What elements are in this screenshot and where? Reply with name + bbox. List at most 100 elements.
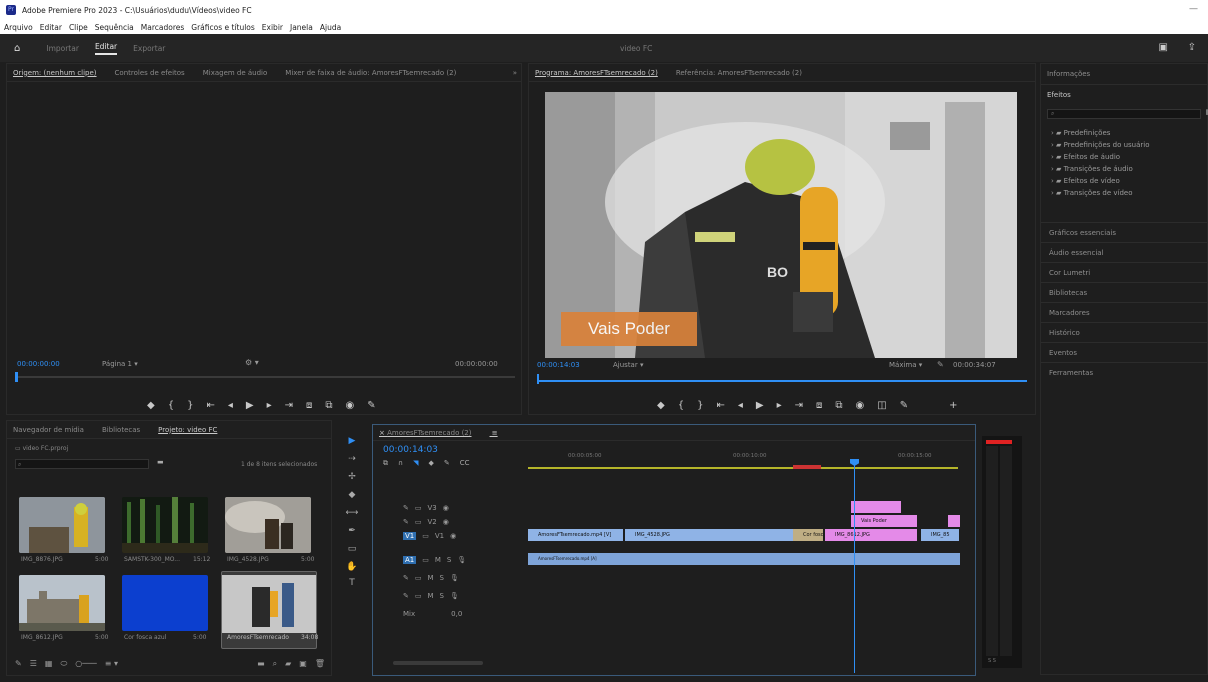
export-frame-icon[interactable]: ◉ bbox=[856, 400, 865, 411]
menu-ajuda[interactable]: Ajuda bbox=[320, 23, 341, 32]
program-scrubber[interactable] bbox=[537, 374, 1027, 384]
section-essential-sound[interactable]: Áudio essencial bbox=[1041, 242, 1207, 262]
thumbnail-firefighters-smoke[interactable] bbox=[225, 497, 311, 553]
go-to-out-icon[interactable]: ⇥ bbox=[795, 400, 803, 411]
effects-search-input[interactable]: ⌕ ▦ bbox=[1047, 108, 1208, 119]
slip-tool-icon[interactable]: ⟷ bbox=[345, 508, 359, 518]
tree-item-audio-transitions[interactable]: › ▰ Transições de áudio bbox=[1051, 163, 1197, 175]
tree-item-user-presets[interactable]: › ▰ Predefinições do usuário bbox=[1051, 139, 1197, 151]
tab-program[interactable]: Programa: AmoresFTsemrecado (2) bbox=[535, 69, 658, 77]
minimize-button[interactable]: — bbox=[1189, 4, 1198, 14]
trash-icon[interactable]: 🗑 bbox=[315, 659, 325, 669]
nest-icon[interactable]: ⧉ bbox=[383, 459, 388, 468]
tab-importar[interactable]: Importar bbox=[46, 44, 79, 53]
new-bin-icon[interactable]: ▬ bbox=[157, 458, 164, 466]
tab-media-browser[interactable]: Navegador de mídia bbox=[13, 426, 84, 434]
menu-arquivo[interactable]: Arquivo bbox=[4, 23, 33, 32]
overwrite-icon[interactable]: ⧉ bbox=[325, 400, 332, 411]
clip-amores-video[interactable]: AmoresFTsemrecado.mp4 [V] bbox=[528, 529, 623, 541]
section-history[interactable]: Histórico bbox=[1041, 322, 1207, 342]
menu-clipe[interactable]: Clipe bbox=[69, 23, 88, 32]
timeline-zoom-scrollbar[interactable] bbox=[393, 661, 483, 665]
source-scrubber[interactable] bbox=[15, 372, 515, 382]
mark-in-icon[interactable]: { bbox=[678, 400, 684, 411]
zoom-slider[interactable]: ○─── bbox=[75, 659, 96, 669]
info-header[interactable]: Informações bbox=[1041, 64, 1207, 85]
meter-solo-buttons[interactable]: S S bbox=[988, 658, 996, 664]
captions-icon[interactable]: CC bbox=[460, 459, 470, 468]
play-icon[interactable]: ▶ bbox=[756, 400, 764, 411]
mark-out-icon[interactable]: } bbox=[697, 400, 703, 411]
section-markers[interactable]: Marcadores bbox=[1041, 302, 1207, 322]
export-frame-icon[interactable]: ◉ bbox=[346, 400, 355, 411]
clip-vais-poder[interactable]: Vais Poder bbox=[851, 515, 917, 527]
timeline-ruler[interactable]: 00:00:05:00 00:00:10:00 00:00:15:00 bbox=[528, 447, 968, 469]
tree-item-video-effects[interactable]: › ▰ Efeitos de vídeo bbox=[1051, 175, 1197, 187]
type-tool-icon[interactable]: T bbox=[345, 578, 359, 588]
timeline-playhead[interactable] bbox=[854, 463, 855, 673]
share-icon[interactable]: ⇪ bbox=[1188, 42, 1196, 53]
tree-item-audio-effects[interactable]: › ▰ Efeitos de áudio bbox=[1051, 151, 1197, 163]
go-to-out-icon[interactable]: ⇥ bbox=[285, 400, 293, 411]
tab-editar[interactable]: Editar bbox=[94, 42, 118, 55]
step-forward-icon[interactable]: ▸ bbox=[777, 400, 782, 411]
wrench-icon[interactable]: ⚙ ▾ bbox=[245, 358, 259, 367]
go-to-in-icon[interactable]: ⇤ bbox=[716, 400, 724, 411]
add-marker-icon[interactable]: ◆ bbox=[657, 400, 665, 411]
menu-sequencia[interactable]: Sequência bbox=[95, 23, 134, 32]
tree-item-presets[interactable]: › ▰ Predefinições bbox=[1051, 127, 1197, 139]
linked-icon[interactable]: ◥ bbox=[413, 459, 418, 468]
automate-icon[interactable]: ▬ bbox=[257, 659, 265, 669]
workspaces-icon[interactable]: ▣ bbox=[1159, 42, 1168, 53]
thumbnail-blue-matte[interactable] bbox=[122, 575, 208, 631]
menu-graficos[interactable]: Gráficos e títulos bbox=[191, 23, 255, 32]
settings-icon[interactable]: ✎ bbox=[444, 459, 450, 468]
home-icon[interactable]: ⌂ bbox=[14, 43, 20, 54]
tab-effect-controls[interactable]: Controles de efeitos bbox=[115, 69, 185, 77]
marker-icon[interactable]: ◆ bbox=[429, 459, 434, 468]
add-marker-icon[interactable]: ◆ bbox=[147, 400, 155, 411]
thumbnail-firefighter-smoke[interactable] bbox=[19, 497, 105, 553]
work-area-bar[interactable] bbox=[528, 467, 958, 469]
effects-header[interactable]: Efeitos bbox=[1041, 85, 1207, 105]
tab-source[interactable]: Origem: (nenhum clipe) bbox=[13, 69, 97, 77]
new-bin-icon[interactable]: ▰ bbox=[285, 659, 291, 669]
mark-in-icon[interactable]: { bbox=[168, 400, 174, 411]
tab-reference[interactable]: Referência: AmoresFTsemrecado (2) bbox=[676, 69, 802, 77]
tab-project[interactable]: Projeto: video FC bbox=[158, 426, 217, 434]
pencil-icon[interactable]: ✎ bbox=[15, 659, 22, 669]
find-icon[interactable]: ⌕ bbox=[273, 659, 277, 669]
clip-amores-audio[interactable]: AmoresFTsemrecado.mp4 [A] bbox=[528, 553, 960, 565]
source-fit-dropdown[interactable]: Página 1 ▾ bbox=[102, 360, 138, 368]
clip-img-85[interactable]: IMG_85 bbox=[921, 529, 959, 541]
hand-tool-icon[interactable]: ✋ bbox=[345, 562, 359, 572]
timeline-timecode[interactable]: 00:00:14:03 bbox=[383, 445, 438, 455]
menu-janela[interactable]: Janela bbox=[290, 23, 313, 32]
clip-blue-matte[interactable]: Cor fosca azul bbox=[793, 529, 823, 541]
mark-out-icon[interactable]: } bbox=[187, 400, 193, 411]
clip-img-4528[interactable]: IMG_4528.JPG bbox=[625, 529, 793, 541]
source-timecode[interactable]: 00:00:00:00 bbox=[17, 360, 60, 368]
settings-wrench-icon[interactable]: ✎ bbox=[937, 360, 944, 369]
clip-img-8612[interactable]: IMG_8612.JPG bbox=[825, 529, 917, 541]
tab-sequence[interactable]: × AmoresFTsemrecado (2) ≡ bbox=[379, 429, 498, 437]
go-to-in-icon[interactable]: ⇤ bbox=[206, 400, 214, 411]
program-fit-dropdown[interactable]: Ajustar ▾ bbox=[613, 361, 643, 369]
button-editor-icon[interactable]: ✎ bbox=[900, 400, 908, 411]
list-view-icon[interactable]: ☰ bbox=[30, 659, 37, 669]
section-libraries[interactable]: Bibliotecas bbox=[1041, 282, 1207, 302]
tab-track-mixer[interactable]: Mixer de faixa de áudio: AmoresFTsemreca… bbox=[285, 69, 456, 77]
step-back-icon[interactable]: ◂ bbox=[228, 400, 233, 411]
clip-graphic-v3[interactable] bbox=[851, 501, 901, 513]
step-forward-icon[interactable]: ▸ bbox=[267, 400, 272, 411]
thumbnail-forest[interactable] bbox=[122, 497, 208, 553]
step-back-icon[interactable]: ◂ bbox=[738, 400, 743, 411]
section-tools[interactable]: Ferramentas bbox=[1041, 362, 1207, 382]
ripple-edit-tool-icon[interactable]: ✢ bbox=[345, 472, 359, 482]
menu-marcadores[interactable]: Marcadores bbox=[141, 23, 185, 32]
panel-menu-icon[interactable]: » bbox=[513, 69, 517, 77]
lift-icon[interactable]: ⧈ bbox=[816, 400, 822, 411]
menu-editar[interactable]: Editar bbox=[40, 23, 62, 32]
insert-icon[interactable]: ⧈ bbox=[306, 400, 312, 411]
extract-icon[interactable]: ⧉ bbox=[835, 400, 842, 411]
